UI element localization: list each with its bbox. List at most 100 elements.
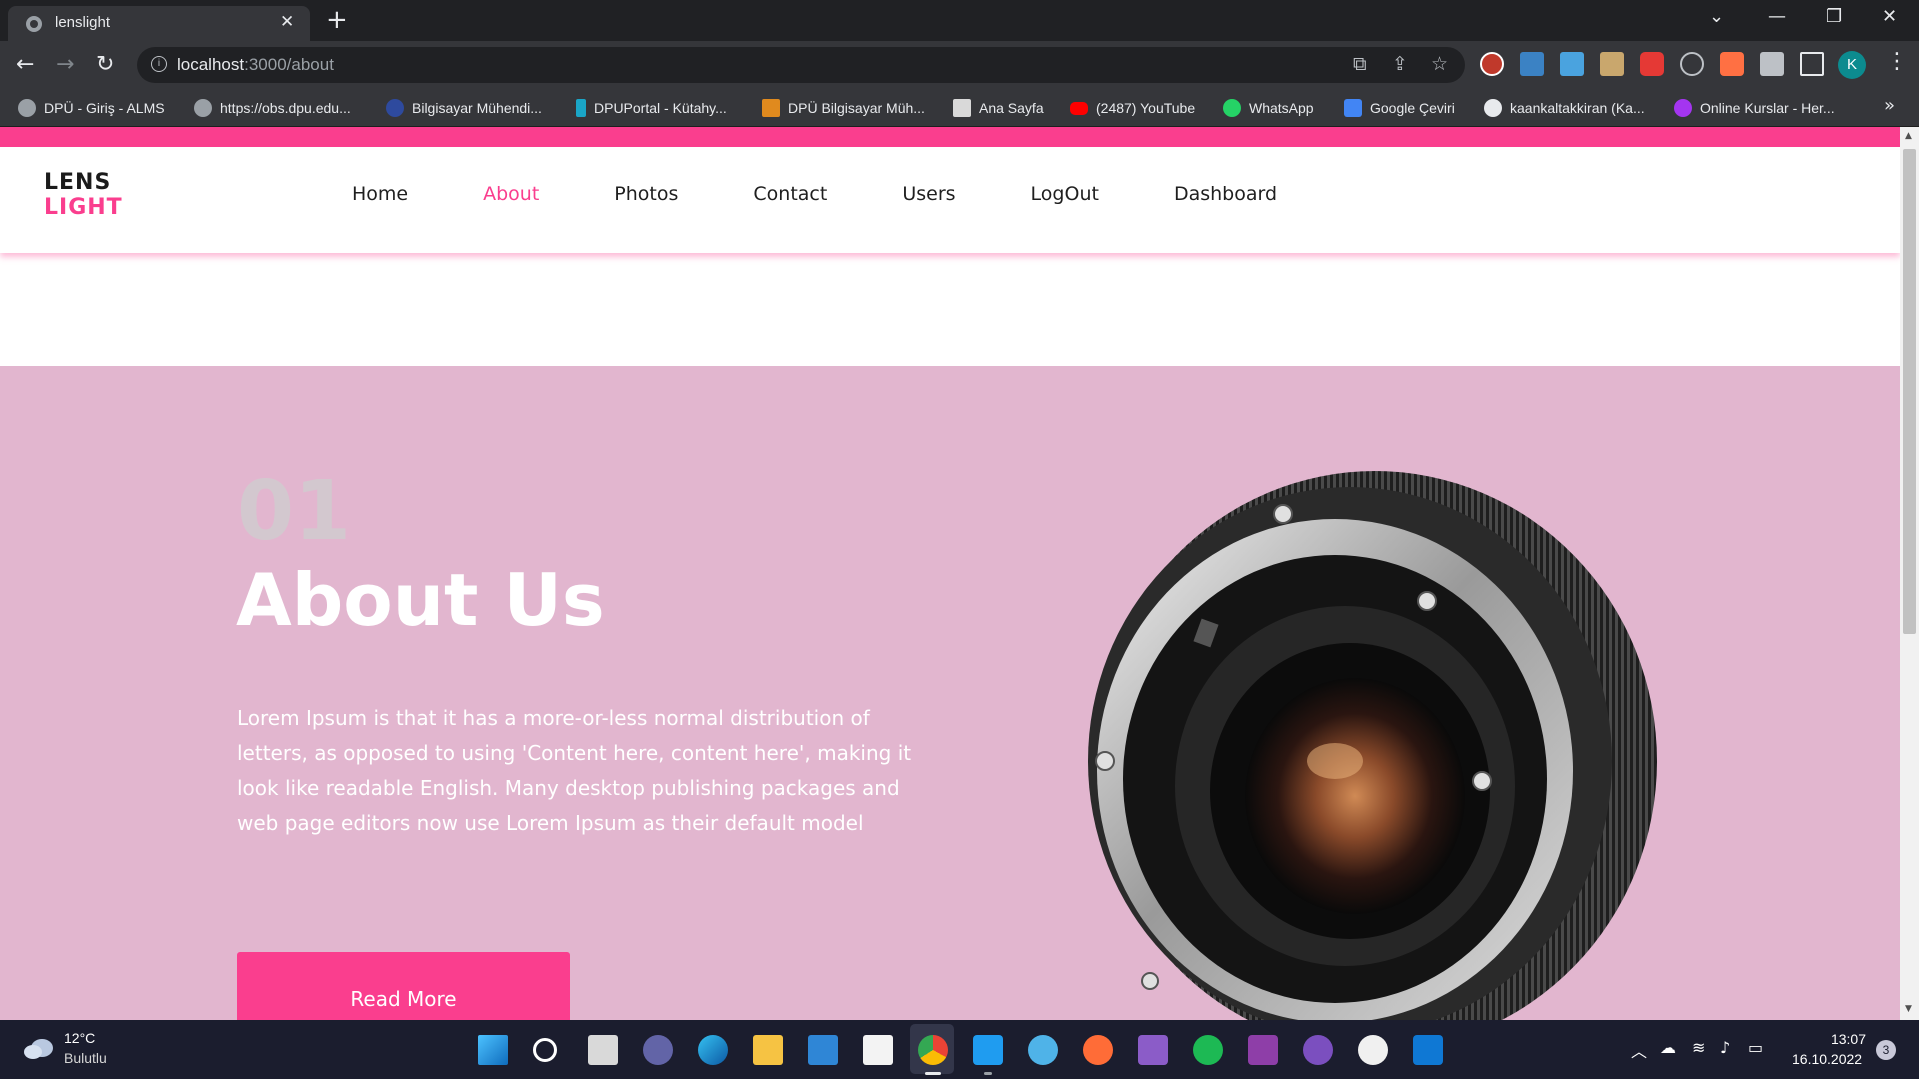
vscode-icon[interactable]: [973, 1035, 1003, 1065]
bookmark-item[interactable]: Ana Sayfa: [953, 98, 1044, 118]
new-tab-button[interactable]: +: [326, 6, 348, 34]
spotify-icon[interactable]: [1193, 1035, 1223, 1065]
bookmark-item[interactable]: Google Çeviri: [1344, 98, 1455, 118]
microsoft-store-icon[interactable]: [863, 1035, 893, 1065]
tab-search-icon[interactable]: ⌄: [1709, 6, 1724, 27]
chrome-running-indicator: [925, 1072, 941, 1075]
bookmark-item[interactable]: DPÜ Bilgisayar Müh...: [762, 98, 925, 118]
scrollbar-thumb[interactable]: [1903, 149, 1916, 634]
logo-line-2: LIGHT: [44, 195, 123, 220]
portal-icon: [576, 99, 586, 117]
share-icon[interactable]: ⇪: [1392, 53, 1408, 75]
nav-users[interactable]: Users: [902, 183, 955, 205]
bookmark-item[interactable]: DPÜ - Giriş - ALMS: [18, 98, 165, 118]
main-nav: Home About Photos Contact Users LogOut D…: [352, 183, 1352, 205]
nav-photos[interactable]: Photos: [614, 183, 678, 205]
github-desktop-icon[interactable]: [1303, 1035, 1333, 1065]
arduino-icon[interactable]: [1248, 1035, 1278, 1065]
chrome-menu-icon[interactable]: ⋮: [1886, 49, 1908, 74]
search-icon[interactable]: [533, 1038, 557, 1062]
extension-2-icon[interactable]: [1520, 52, 1544, 76]
site-info-icon[interactable]: i: [151, 56, 167, 72]
nav-home[interactable]: Home: [352, 183, 408, 205]
battery-icon[interactable]: ▭: [1748, 1038, 1763, 1057]
nav-about[interactable]: About: [483, 183, 539, 205]
vscode-running-indicator: [984, 1072, 992, 1075]
extension-pen-icon[interactable]: [1600, 52, 1624, 76]
teams-chat-icon[interactable]: [643, 1035, 673, 1065]
notification-badge[interactable]: 3: [1876, 1040, 1896, 1060]
browser-tabstrip: lenslight ✕ + ⌄ — ❐ ✕: [0, 0, 1919, 41]
volume-icon[interactable]: ♪: [1720, 1038, 1730, 1057]
minimize-button[interactable]: —: [1768, 6, 1786, 27]
show-hidden-icons-icon[interactable]: ︿: [1631, 1038, 1647, 1062]
about-title: About Us: [236, 558, 605, 642]
globe-icon: [18, 99, 36, 117]
forward-arrow-icon[interactable]: →: [56, 52, 74, 77]
weather-description: Bulutlu: [64, 1050, 107, 1066]
close-tab-icon[interactable]: ✕: [280, 12, 294, 32]
extension-tool-icon[interactable]: [1560, 52, 1584, 76]
bookmark-star-icon[interactable]: ☆: [1431, 53, 1448, 75]
nav-logout[interactable]: LogOut: [1031, 183, 1099, 205]
clock-time[interactable]: 13:07: [1826, 1031, 1866, 1047]
chrome-icon[interactable]: [918, 1035, 948, 1065]
translate-icon[interactable]: ⧉: [1353, 53, 1367, 75]
site-logo[interactable]: LENS LIGHT: [44, 170, 123, 220]
github-icon: [1484, 99, 1502, 117]
restore-button[interactable]: ❐: [1826, 6, 1842, 27]
whatsapp-icon: [1223, 99, 1241, 117]
onedrive-icon[interactable]: ☁: [1660, 1038, 1676, 1057]
globe-icon: [26, 16, 42, 32]
bookmark-item[interactable]: Online Kurslar - Her...: [1674, 98, 1835, 118]
windows-start-icon[interactable]: [478, 1035, 508, 1065]
cloud-icon: [24, 1039, 53, 1059]
react-devtools-icon[interactable]: [1680, 52, 1704, 76]
mail-icon[interactable]: [808, 1035, 838, 1065]
browser-tab[interactable]: lenslight ✕: [8, 6, 310, 41]
edge-icon[interactable]: [698, 1035, 728, 1065]
url-text[interactable]: localhost:3000/about: [177, 55, 334, 75]
notion-icon[interactable]: [1358, 1035, 1388, 1065]
reload-icon[interactable]: ↻: [96, 52, 114, 77]
back-arrow-icon[interactable]: ←: [16, 52, 34, 77]
outlook-icon[interactable]: [1413, 1035, 1443, 1065]
wifi-icon[interactable]: ≋: [1692, 1038, 1705, 1057]
postman-icon[interactable]: [1083, 1035, 1113, 1065]
profile-avatar[interactable]: K: [1838, 51, 1866, 79]
ublock-extension-icon[interactable]: [1480, 52, 1504, 76]
nav-dashboard[interactable]: Dashboard: [1174, 183, 1277, 205]
about-section: 01 About Us Lorem Ipsum is that it has a…: [0, 366, 1900, 1020]
youtube-icon: [1070, 101, 1088, 115]
file-explorer-icon[interactable]: [753, 1035, 783, 1065]
extension-video-icon[interactable]: [1640, 52, 1664, 76]
tab-title: lenslight: [55, 14, 111, 31]
close-window-button[interactable]: ✕: [1882, 6, 1897, 27]
globe-icon: [194, 99, 212, 117]
bookmark-item[interactable]: https://obs.dpu.edu...: [194, 98, 351, 118]
bookmark-item[interactable]: kaankaltakkiran (Ka...: [1484, 98, 1645, 118]
scroll-down-arrow-icon[interactable]: ▼: [1905, 1004, 1912, 1014]
camera-lens-image: [1088, 471, 1657, 1020]
udemy-icon: [1674, 99, 1692, 117]
nav-contact[interactable]: Contact: [753, 183, 827, 205]
read-more-button[interactable]: Read More: [237, 952, 570, 1020]
bookmark-item[interactable]: (2487) YouTube: [1070, 98, 1195, 118]
address-bar[interactable]: i localhost:3000/about ⧉ ⇪ ☆: [137, 47, 1465, 83]
weather-temperature: 12°C: [64, 1030, 96, 1046]
windows-taskbar: 12°C Bulutlu ︿ ☁ ≋ ♪ ▭ 13:07 16.10.2022 …: [0, 1020, 1919, 1079]
side-panel-icon[interactable]: [1800, 52, 1824, 76]
bookmark-item[interactable]: WhatsApp: [1223, 98, 1314, 118]
bookmark-item[interactable]: Bilgisayar Mühendi...: [386, 98, 542, 118]
extension-rss-icon[interactable]: [1720, 52, 1744, 76]
more-bookmarks-icon[interactable]: »: [1884, 95, 1895, 116]
visual-studio-icon[interactable]: [1138, 1035, 1168, 1065]
task-view-icon[interactable]: [588, 1035, 618, 1065]
puzzle-extensions-icon[interactable]: [1760, 52, 1784, 76]
section-number: 01: [237, 464, 352, 559]
vertical-scrollbar[interactable]: ▲ ▼: [1900, 127, 1919, 1020]
paint-icon[interactable]: [1028, 1035, 1058, 1065]
clock-date[interactable]: 16.10.2022: [1792, 1051, 1862, 1067]
scroll-up-arrow-icon[interactable]: ▲: [1905, 131, 1912, 141]
bookmark-item[interactable]: DPUPortal - Kütahy...: [576, 98, 727, 118]
